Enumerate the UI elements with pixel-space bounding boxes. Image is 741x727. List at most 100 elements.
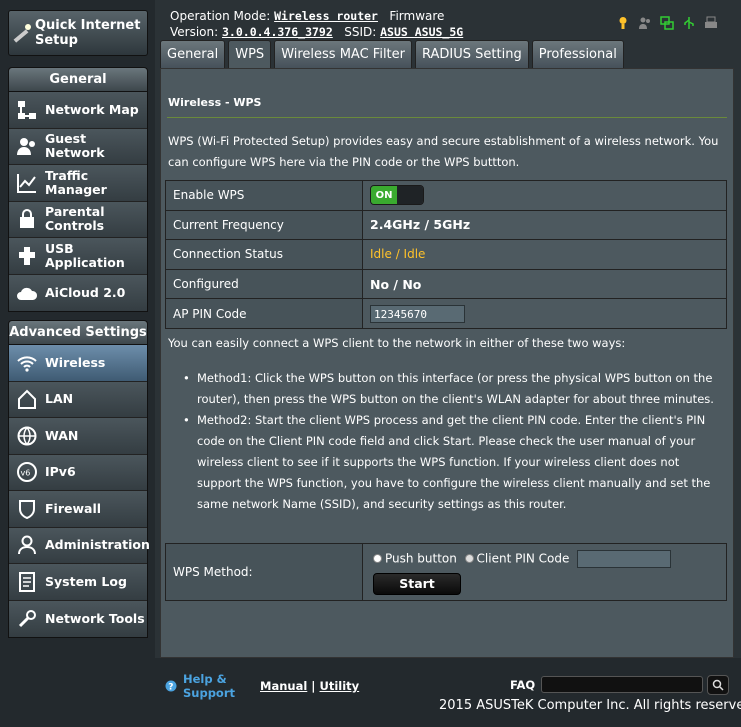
footer-links: Manual | Utility <box>260 679 359 693</box>
help-support-link[interactable]: ? Help & Support <box>163 672 235 700</box>
table-row: Current Frequency 2.4GHz / 5GHz <box>165 209 727 241</box>
guest-network-icon <box>9 128 45 164</box>
operation-mode-link[interactable]: Wireless router <box>274 9 378 23</box>
tab-radius-setting[interactable]: RADIUS Setting <box>415 40 529 68</box>
configured-label: Configured <box>165 268 363 300</box>
advanced-settings-header: Advanced Settings <box>8 320 148 344</box>
sidebar-item-label: LAN <box>45 391 74 407</box>
network-tools-icon <box>9 601 45 637</box>
search-icon <box>712 676 724 695</box>
aicloud-icon <box>9 275 45 311</box>
current-frequency-value: 2.4GHz / 5GHz <box>370 217 471 233</box>
sidebar-item-label: Network Tools <box>45 610 145 626</box>
sidebar-item-system-log[interactable]: System Log <box>9 564 147 601</box>
faq-label: FAQ <box>510 678 536 692</box>
sidebar-item-label: Administration <box>45 537 150 553</box>
internet-status-icon[interactable] <box>660 16 674 30</box>
ipv6-icon: v6 <box>9 454 45 490</box>
table-row: Enable WPS ON <box>165 180 727 211</box>
copyright-text: 2015 ASUSTeK Computer Inc. All rights re… <box>439 698 741 713</box>
help-support-label: Help & Support <box>183 672 236 700</box>
administration-icon <box>9 527 45 563</box>
wireless-icon <box>9 345 45 381</box>
connection-status-label: Connection Status <box>165 239 363 270</box>
page-description: WPS (Wi-Fi Protected Setup) provides eas… <box>168 134 719 169</box>
ssid-label: SSID: <box>344 25 377 39</box>
connection-status-value: Idle / Idle <box>370 247 426 262</box>
sidebar-item-label: Parental Controls <box>45 204 105 234</box>
content-panel: Wireless - WPS WPS (Wi-Fi Protected Setu… <box>160 68 734 658</box>
sidebar: Quick Internet Setup General Network Map… <box>0 0 155 727</box>
table-row: WPS Method: Push button Client PIN Code … <box>165 543 727 601</box>
faq-search-button[interactable] <box>707 675 729 695</box>
start-button[interactable]: Start <box>373 572 461 595</box>
sidebar-item-label: Traffic Manager <box>45 167 107 197</box>
notification-icon[interactable] <box>616 16 630 30</box>
ap-pin-code-label: AP PIN Code <box>165 298 363 329</box>
sidebar-item-parental-controls[interactable]: Parental Controls <box>9 201 147 238</box>
table-row: AP PIN Code 12345670 <box>165 298 727 329</box>
version-label: Version: <box>170 25 219 39</box>
sidebar-item-guest-network[interactable]: Guest Network <box>9 128 147 165</box>
methods-list: Method1: Click the WPS button on this in… <box>183 368 721 515</box>
tab-professional[interactable]: Professional <box>531 40 624 68</box>
status-icons <box>616 16 718 30</box>
sidebar-item-label: USB Application <box>45 240 125 270</box>
toggle-on-label: ON <box>371 186 397 205</box>
client-pin-label: Client PIN Code <box>476 551 570 565</box>
sidebar-item-label: Network Map <box>45 101 139 117</box>
svg-text:?: ? <box>168 683 173 693</box>
sidebar-item-wireless[interactable]: Wireless <box>9 345 147 382</box>
sidebar-item-label: WAN <box>45 427 79 443</box>
operation-mode-line: Operation Mode: Wireless router Firmware <box>170 9 444 23</box>
wps-settings-table: Enable WPS ON Current Frequency 2.4GHz / 5… <box>165 180 727 329</box>
sidebar-item-ipv6[interactable]: v6 IPv6 <box>9 454 147 491</box>
sidebar-item-usb-application[interactable]: USB Application <box>9 238 147 275</box>
sidebar-item-network-tools[interactable]: Network Tools <box>9 600 147 637</box>
page-title: Wireless - WPS <box>168 96 262 109</box>
quick-internet-setup-label: Quick Internet Setup <box>35 18 141 48</box>
sidebar-item-administration[interactable]: Administration <box>9 527 150 564</box>
sidebar-item-firewall[interactable]: Firewall <box>9 491 147 528</box>
sidebar-item-network-map[interactable]: Network Map <box>9 92 147 129</box>
svg-text:v6: v6 <box>21 469 31 478</box>
client-pin-input[interactable] <box>577 549 672 568</box>
firmware-label: Firmware <box>389 9 445 23</box>
manual-link[interactable]: Manual <box>260 679 307 693</box>
tab-wps[interactable]: WPS <box>228 40 272 68</box>
sidebar-item-wan[interactable]: WAN <box>9 418 147 455</box>
tab-wireless-mac-filter[interactable]: Wireless MAC Filter <box>274 40 412 68</box>
sidebar-item-label: AiCloud 2.0 <box>45 284 126 300</box>
enable-wps-toggle[interactable]: ON <box>370 185 424 206</box>
firewall-icon <box>9 491 45 527</box>
sidebar-item-lan[interactable]: LAN <box>9 381 147 418</box>
table-row: Configured No / No <box>165 268 727 300</box>
ap-pin-code-field: 12345670 <box>370 304 465 323</box>
wan-icon <box>9 418 45 454</box>
sidebar-item-label: Firewall <box>45 500 102 516</box>
footer: ? Help & Support Manual | Utility FAQ 201… <box>155 658 741 727</box>
push-button-radio[interactable] <box>373 554 382 563</box>
method1-item: Method1: Click the WPS button on this in… <box>183 368 721 410</box>
printer-status-icon[interactable] <box>704 16 718 30</box>
toggle-knob <box>397 186 423 205</box>
sidebar-item-label: IPv6 <box>45 464 76 480</box>
sidebar-item-aicloud[interactable]: AiCloud 2.0 <box>9 274 147 311</box>
general-header: General <box>8 67 148 91</box>
title-divider <box>167 117 727 118</box>
operation-mode-label: Operation Mode: <box>170 9 271 23</box>
faq-search-input[interactable] <box>541 676 703 693</box>
lan-icon <box>9 381 45 417</box>
client-pin-radio[interactable] <box>464 554 474 563</box>
tab-general[interactable]: General <box>160 40 226 68</box>
clients-icon[interactable] <box>638 16 652 30</box>
usb-status-icon[interactable] <box>682 16 696 30</box>
quick-internet-setup-button[interactable]: Quick Internet Setup <box>8 10 148 56</box>
sidebar-item-traffic-manager[interactable]: Traffic Manager <box>9 165 147 202</box>
firmware-version-link[interactable]: 3.0.0.4.376_3792 <box>222 25 333 39</box>
configured-value: No / No <box>370 276 422 292</box>
traffic-manager-icon <box>9 165 45 201</box>
network-map-icon <box>9 92 45 128</box>
sidebar-item-label: Wireless <box>45 354 106 370</box>
utility-link[interactable]: Utility <box>320 679 360 693</box>
